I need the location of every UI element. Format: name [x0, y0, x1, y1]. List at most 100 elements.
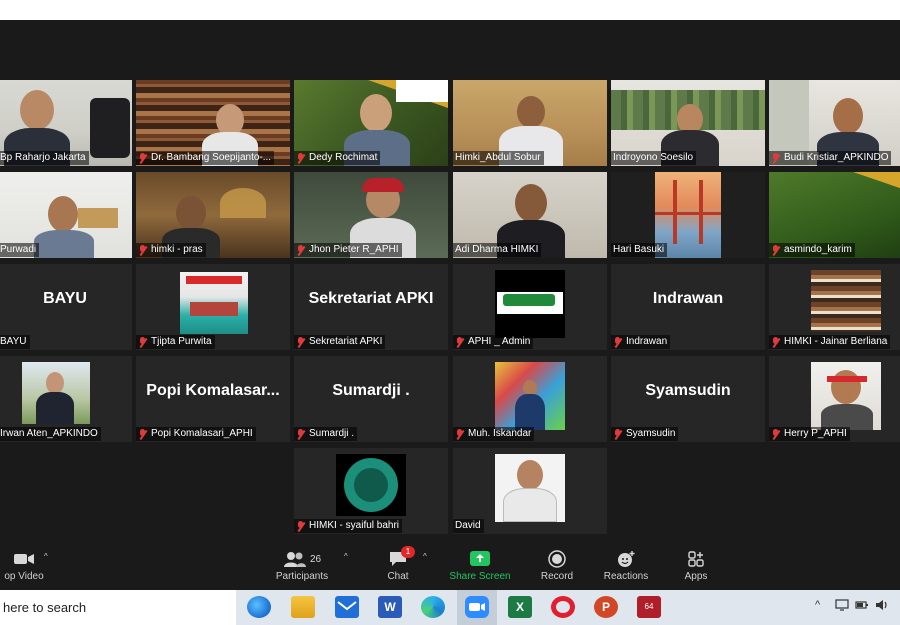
- share-screen-button[interactable]: Share Screen: [440, 548, 520, 588]
- apps-button[interactable]: Apps: [656, 548, 736, 588]
- chat-label: Chat: [387, 571, 409, 582]
- participant-tile[interactable]: Irwan Aten_APKINDO: [0, 356, 132, 442]
- taskbar-search-box[interactable]: here to search: [0, 590, 236, 625]
- stop-video-label: op Video: [4, 571, 44, 582]
- participant-tile[interactable]: Purwadi: [0, 172, 132, 258]
- participant-tile[interactable]: APHI _ Admin: [453, 264, 607, 350]
- participant-display-name: Sumardji .: [332, 382, 410, 399]
- muted-mic-icon: [455, 428, 464, 440]
- participant-tile[interactable]: David: [453, 448, 607, 534]
- mail-icon[interactable]: [335, 596, 359, 618]
- participants-label: Participants: [275, 571, 329, 582]
- participant-name: asmindo_karim: [769, 243, 855, 257]
- muted-mic-icon: [138, 152, 147, 164]
- muted-mic-icon: [296, 428, 305, 440]
- participant-tile[interactable]: Herry P_APHI: [769, 356, 900, 442]
- participant-tile[interactable]: HIMKI - syaiful bahri: [294, 448, 448, 534]
- record-label: Record: [540, 571, 574, 582]
- participant-name: BAYU: [0, 335, 30, 349]
- file-explorer-icon[interactable]: [291, 596, 315, 618]
- participant-name: Irwan Aten_APKINDO: [0, 427, 101, 441]
- participant-display-name: Indrawan: [652, 290, 724, 307]
- participant-name: Purwadi: [0, 243, 40, 257]
- participant-tile[interactable]: Himki_Abdul Sobur: [453, 80, 607, 166]
- participants-options-chevron-icon[interactable]: ^: [344, 552, 348, 561]
- participant-tile[interactable]: himki - pras: [136, 172, 290, 258]
- word-icon[interactable]: W: [378, 596, 402, 618]
- record-icon: [517, 548, 597, 570]
- participant-photo: [22, 362, 90, 424]
- participants-button[interactable]: 26 Participants: [262, 548, 342, 588]
- volume-icon[interactable]: [875, 599, 889, 614]
- muted-mic-icon: [138, 428, 147, 440]
- meeting-controls: op Video ^ 26 Participants ^ 1 Chat ^ Sh…: [0, 544, 900, 590]
- participant-tile[interactable]: Syamsudin Syamsudin: [611, 356, 765, 442]
- participant-name: Syamsudin: [611, 427, 679, 441]
- participant-name: Dr. Bambang Soepijanto-...: [136, 151, 275, 165]
- participant-name: HIMKI - syaiful bahri: [294, 519, 403, 533]
- tray-chevron-up-icon[interactable]: ^: [815, 599, 820, 611]
- chat-unread-badge: 1: [401, 546, 415, 558]
- participant-tile[interactable]: asmindo_karim: [769, 172, 900, 258]
- participant-name: Hari Basuki: [611, 243, 668, 257]
- window-top-strip: [0, 0, 900, 20]
- participant-tile[interactable]: Dr. Bambang Soepijanto-...: [136, 80, 290, 166]
- participant-tile[interactable]: Popi Komalasar... Popi Komalasari_APHI: [136, 356, 290, 442]
- participant-tile[interactable]: Dedy Rochimat: [294, 80, 448, 166]
- edge-icon[interactable]: [421, 596, 445, 618]
- participant-name: Adi Dharma HIMKI: [453, 243, 542, 257]
- participant-tile[interactable]: Sekretariat APKI Sekretariat APKI: [294, 264, 448, 350]
- participants-count: 26: [309, 553, 322, 565]
- participant-name: Indrawan: [611, 335, 671, 349]
- windows-taskbar: here to search W X P 64 ^: [0, 590, 900, 625]
- video-options-chevron-icon[interactable]: ^: [44, 552, 48, 561]
- participant-name: Bp Raharjo Jakarta: [0, 151, 89, 165]
- participant-tile[interactable]: Sumardji . Sumardji .: [294, 356, 448, 442]
- opera-icon[interactable]: [551, 596, 575, 618]
- excel-icon[interactable]: X: [508, 596, 532, 618]
- participant-name: APHI _ Admin: [453, 335, 534, 349]
- participant-tile[interactable]: Indrawan Indrawan: [611, 264, 765, 350]
- participant-tile[interactable]: Adi Dharma HIMKI: [453, 172, 607, 258]
- participant-name: Popi Komalasari_APHI: [136, 427, 256, 441]
- participant-photo: [495, 454, 565, 522]
- participants-icon: 26: [262, 548, 342, 570]
- participant-tile[interactable]: Budi Kristiar_APKINDO: [769, 80, 900, 166]
- participant-photo: [811, 270, 881, 332]
- share-screen-icon: [440, 548, 520, 570]
- video-camera-icon: [0, 548, 64, 570]
- participant-name: Sumardji .: [294, 427, 358, 441]
- reactions-smiley-icon: [586, 548, 666, 570]
- participant-name: Herry P_APHI: [769, 427, 850, 441]
- participant-tile-active-speaker[interactable]: Indroyono Soesilo: [611, 80, 765, 166]
- participant-name: Muh. Iskandar: [453, 427, 535, 441]
- participant-display-name: Popi Komalasar...: [146, 382, 280, 399]
- participant-name: HIMKI - Jainar Berliana: [769, 335, 891, 349]
- muted-mic-icon: [138, 244, 147, 256]
- zoom-icon[interactable]: [465, 596, 489, 618]
- participant-tile[interactable]: Tjipta Purwita: [136, 264, 290, 350]
- chat-options-chevron-icon[interactable]: ^: [423, 552, 427, 561]
- other-app-icon[interactable]: 64: [637, 596, 661, 618]
- edge-legacy-icon[interactable]: [247, 596, 271, 618]
- participant-tile[interactable]: BAYU BAYU: [0, 264, 132, 350]
- apps-label: Apps: [684, 571, 708, 582]
- participant-tile[interactable]: Jhon Pieter R_APHI: [294, 172, 448, 258]
- powerpoint-icon[interactable]: P: [594, 596, 618, 618]
- muted-mic-icon: [296, 244, 305, 256]
- participant-tile[interactable]: Bp Raharjo Jakarta: [0, 80, 132, 166]
- participant-tile[interactable]: HIMKI - Jainar Berliana: [769, 264, 900, 350]
- participant-tile[interactable]: Muh. Iskandar: [453, 356, 607, 442]
- record-button[interactable]: Record: [517, 548, 597, 588]
- muted-mic-icon: [771, 336, 780, 348]
- stop-video-button[interactable]: op Video: [0, 548, 64, 588]
- taskbar-search-text: here to search: [3, 600, 87, 615]
- network-icon[interactable]: [835, 599, 849, 614]
- muted-mic-icon: [771, 152, 780, 164]
- participant-tile[interactable]: Hari Basuki: [611, 172, 765, 258]
- battery-icon[interactable]: [855, 599, 869, 614]
- apps-icon: [656, 548, 736, 570]
- reactions-button[interactable]: Reactions: [586, 548, 666, 588]
- reactions-label: Reactions: [603, 571, 649, 582]
- participant-name: David: [453, 519, 484, 533]
